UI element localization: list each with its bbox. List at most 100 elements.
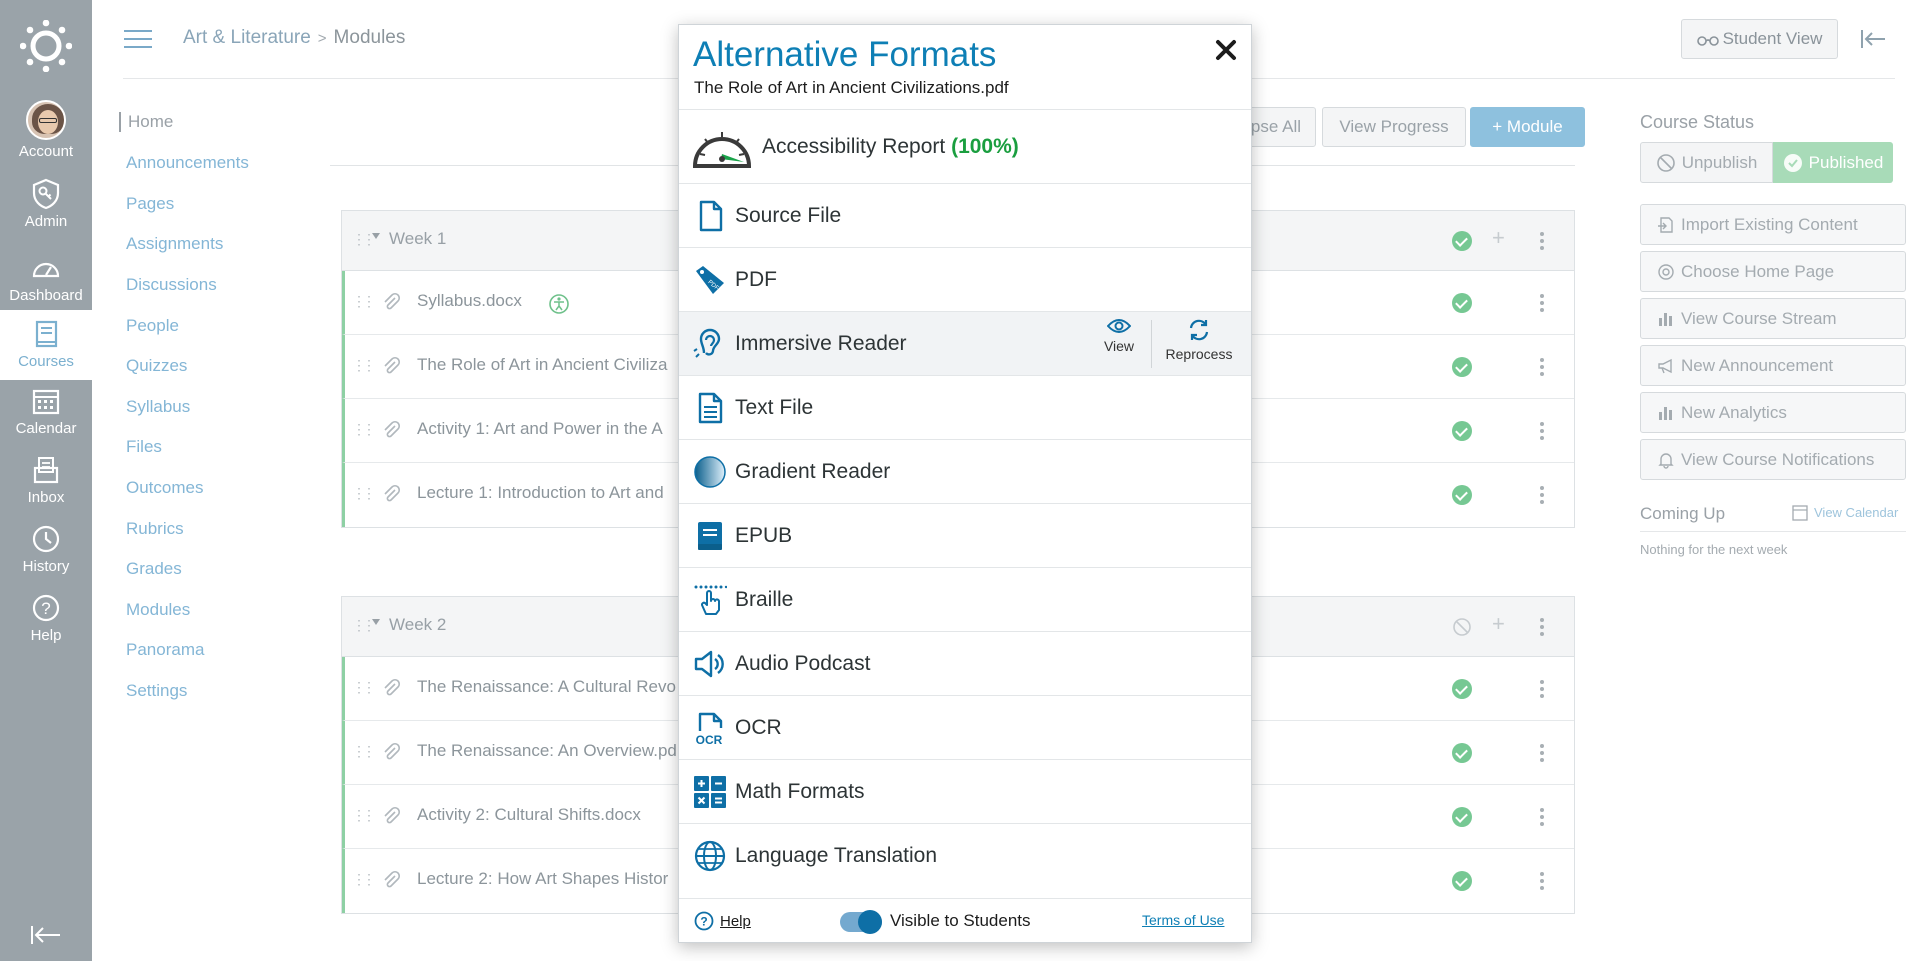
published-check-icon[interactable]	[1452, 743, 1472, 763]
format-pdf[interactable]: PDF PDF	[679, 247, 1251, 311]
format-braille[interactable]: Braille	[679, 567, 1251, 631]
module-item-name[interactable]: The Role of Art in Ancient Civiliza	[417, 355, 667, 375]
drag-handle-icon[interactable]	[352, 485, 372, 503]
module-item-name[interactable]: Lecture 2: How Art Shapes Histor	[417, 869, 668, 889]
course-nav-people[interactable]: People	[119, 316, 319, 336]
drag-handle-icon[interactable]	[352, 679, 372, 697]
published-check-icon[interactable]	[1452, 357, 1472, 377]
help-link[interactable]: ? Help	[694, 911, 751, 931]
nav-account[interactable]: Account	[0, 100, 92, 160]
terms-of-use-link[interactable]: Terms of Use	[1142, 912, 1224, 928]
format-math[interactable]: Math Formats	[679, 759, 1251, 823]
module-item-name[interactable]: The Renaissance: A Cultural Revo	[417, 677, 676, 697]
module-item-name[interactable]: Lecture 1: Introduction to Art and	[417, 483, 664, 503]
kebab-menu-icon[interactable]	[1540, 618, 1544, 636]
course-nav-panorama[interactable]: Panorama	[119, 640, 319, 660]
drag-handle-icon[interactable]	[352, 421, 372, 439]
kebab-menu-icon[interactable]	[1540, 358, 1544, 376]
drag-handle-icon[interactable]	[352, 743, 372, 761]
new-announcement-button[interactable]: New Announcement	[1640, 345, 1906, 386]
nav-inbox[interactable]: Inbox	[0, 454, 92, 506]
format-ocr[interactable]: OCR OCR	[679, 695, 1251, 759]
nav-calendar[interactable]: Calendar	[0, 385, 92, 437]
published-check-icon[interactable]	[1452, 679, 1472, 699]
format-source-file[interactable]: Source File	[679, 183, 1251, 247]
module-item-name[interactable]: Activity 1: Art and Power in the A	[417, 419, 663, 439]
nav-history[interactable]: History	[0, 523, 92, 575]
course-nav-announcements[interactable]: Announcements	[119, 153, 319, 173]
format-gradient-reader[interactable]: Gradient Reader	[679, 439, 1251, 503]
drag-handle-icon[interactable]	[352, 231, 372, 249]
course-nav-assignments[interactable]: Assignments	[119, 234, 319, 254]
nav-help[interactable]: ? Help	[0, 592, 92, 644]
kebab-menu-icon[interactable]	[1540, 808, 1544, 826]
module-item-name[interactable]: The Renaissance: An Overview.pd	[417, 741, 677, 761]
collapse-sidebar-icon[interactable]	[1860, 27, 1886, 51]
format-language-translation[interactable]: Language Translation	[679, 823, 1251, 887]
kebab-menu-icon[interactable]	[1540, 680, 1544, 698]
collapse-nav-icon[interactable]	[30, 924, 62, 946]
kebab-menu-icon[interactable]	[1540, 872, 1544, 890]
view-course-notifications-button[interactable]: View Course Notifications	[1640, 439, 1906, 480]
nav-dashboard[interactable]: Dashboard	[0, 252, 92, 304]
module-item-name[interactable]: Syllabus.docx	[417, 291, 522, 311]
course-nav-files[interactable]: Files	[119, 437, 319, 457]
course-nav-quizzes[interactable]: Quizzes	[119, 356, 319, 376]
drag-handle-icon[interactable]	[352, 357, 372, 375]
published-check-icon[interactable]	[1452, 293, 1472, 313]
drag-handle-icon[interactable]	[352, 617, 372, 635]
course-nav-settings[interactable]: Settings	[119, 681, 319, 701]
breadcrumb-course[interactable]: Art & Literature	[183, 27, 311, 48]
course-nav-modules[interactable]: Modules	[119, 600, 319, 620]
visible-to-students-toggle[interactable]	[840, 910, 882, 934]
course-nav-syllabus[interactable]: Syllabus	[119, 397, 319, 417]
close-icon[interactable]	[1213, 37, 1239, 63]
nav-admin[interactable]: Admin	[0, 178, 92, 230]
module-item-name[interactable]: Activity 2: Cultural Shifts.docx	[417, 805, 641, 825]
course-nav-pages[interactable]: Pages	[119, 194, 319, 214]
published-check-icon[interactable]	[1452, 871, 1472, 891]
drag-handle-icon[interactable]	[352, 293, 372, 311]
kebab-menu-icon[interactable]	[1540, 232, 1544, 250]
drag-handle-icon[interactable]	[352, 871, 372, 889]
add-item-icon[interactable]: +	[1492, 225, 1505, 251]
caret-down-icon[interactable]	[372, 619, 380, 625]
view-action[interactable]: View	[1097, 318, 1141, 354]
add-item-icon[interactable]: +	[1492, 611, 1505, 637]
accessibility-report-row[interactable]: Accessibility Report (100%)	[679, 109, 1251, 183]
caret-down-icon[interactable]	[372, 233, 380, 239]
student-view-button[interactable]: Student View	[1681, 19, 1838, 59]
published-check-icon[interactable]	[1452, 807, 1472, 827]
import-content-button[interactable]: Import Existing Content	[1640, 204, 1906, 245]
published-check-icon[interactable]	[1452, 421, 1472, 441]
drag-handle-icon[interactable]	[352, 807, 372, 825]
choose-home-page-button[interactable]: Choose Home Page	[1640, 251, 1906, 292]
published-button[interactable]: Published	[1773, 142, 1893, 183]
view-progress-button[interactable]: View Progress	[1322, 107, 1466, 147]
course-nav-grades[interactable]: Grades	[119, 559, 319, 579]
course-nav-outcomes[interactable]: Outcomes	[119, 478, 319, 498]
kebab-menu-icon[interactable]	[1540, 422, 1544, 440]
kebab-menu-icon[interactable]	[1540, 294, 1544, 312]
course-menu-toggle[interactable]	[124, 30, 152, 50]
format-text-file[interactable]: Text File	[679, 375, 1251, 439]
course-nav-home[interactable]: Home	[119, 112, 319, 132]
accessibility-icon[interactable]	[548, 293, 570, 315]
kebab-menu-icon[interactable]	[1540, 486, 1544, 504]
published-check-icon[interactable]	[1452, 231, 1472, 251]
format-immersive-reader[interactable]: Immersive Reader View Reprocess	[679, 311, 1251, 375]
add-module-button[interactable]: + Module	[1470, 107, 1585, 147]
new-analytics-button[interactable]: New Analytics	[1640, 392, 1906, 433]
published-check-icon[interactable]	[1452, 485, 1472, 505]
nav-courses[interactable]: Courses	[0, 310, 92, 380]
course-nav-discussions[interactable]: Discussions	[119, 275, 319, 295]
kebab-menu-icon[interactable]	[1540, 744, 1544, 762]
format-audio-podcast[interactable]: Audio Podcast	[679, 631, 1251, 695]
view-course-stream-button[interactable]: View Course Stream	[1640, 298, 1906, 339]
format-epub[interactable]: EPUB	[679, 503, 1251, 567]
reprocess-action[interactable]: Reprocess	[1159, 318, 1239, 362]
canvas-logo-icon[interactable]	[20, 20, 72, 72]
course-nav-rubrics[interactable]: Rubrics	[119, 519, 319, 539]
unpublished-icon[interactable]	[1452, 617, 1472, 637]
view-calendar-link[interactable]: View Calendar	[1792, 503, 1898, 521]
